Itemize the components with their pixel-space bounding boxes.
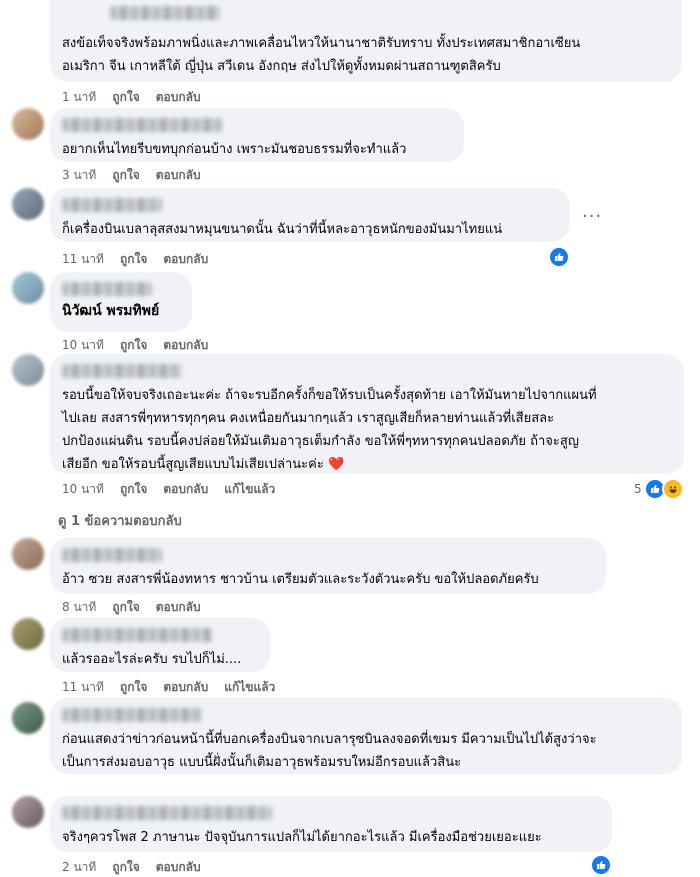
more-options-icon[interactable]: ··· (582, 206, 602, 227)
comment-bubble: แล้วรออะไรล่ะครับ รบไปก็ไม่.... (50, 618, 270, 672)
avatar[interactable] (12, 108, 44, 140)
author-name-blurred (62, 806, 272, 820)
comment-text: แล้วรออะไรล่ะครับ รบไปก็ไม่.... (62, 652, 242, 667)
reply-button[interactable]: ตอบกลับ (163, 480, 208, 499)
author-name-blurred (62, 198, 162, 212)
comment-time[interactable]: 11 นาที (62, 678, 104, 697)
comment-actions: 11 นาที ถูกใจ ตอบกลับ แก้ไขแล้ว (62, 678, 275, 697)
comment-actions: 8 นาที ถูกใจ ตอบกลับ (62, 598, 201, 617)
comment-actions: 10 นาที ถูกใจ ตอบกลับ (62, 336, 208, 355)
edited-label[interactable]: แก้ไขแล้ว (224, 678, 275, 697)
comment-text: อ้าว ซวย สงสารพี่น้องทหาร ชาวบ้าน เตรียม… (62, 572, 539, 587)
avatar[interactable] (12, 272, 44, 304)
comment-text: สงข้อเท็จจริงพร้อมภาพนิ่งและภาพเคลื่อนไห… (62, 36, 581, 74)
author-name-blurred (62, 118, 222, 132)
comment-actions: 2 นาที ถูกใจ ตอบกลับ (62, 858, 201, 877)
reaction-count: 5 (634, 482, 642, 496)
like-reaction-icon (548, 246, 570, 268)
comment-text: รอบนี้ขอให้จบจริงเถอะนะค่ะ ถ้าจะรบอีกครั… (62, 388, 597, 472)
comment-time[interactable]: 10 นาที (62, 480, 104, 499)
reply-button[interactable]: ตอบกลับ (156, 858, 201, 877)
author-name-blurred (62, 364, 182, 378)
haha-reaction-icon (661, 478, 684, 500)
author-name-blurred (62, 628, 212, 642)
comment-bubble: ก็เครื่องบินเบลาลุสสงมาหมุนขนาดนั้น ฉันว… (50, 188, 570, 242)
comment-text: จริงๆควรโพส 2 ภาษานะ ปัจจุบันการแปลก็ไม่… (62, 830, 542, 845)
reply-button[interactable]: ตอบกลับ (156, 88, 201, 107)
comment-actions: 11 นาที ถูกใจ ตอบกลับ (62, 250, 208, 269)
comment-time[interactable]: 10 นาที (62, 336, 104, 355)
like-button[interactable]: ถูกใจ (120, 336, 147, 355)
author-name-blurred (62, 708, 202, 722)
view-replies-link[interactable]: ดู 1 ข้อความตอบกลับ (58, 510, 182, 531)
comment-time[interactable]: 2 นาที (62, 858, 96, 877)
reaction-summary[interactable]: 5 (634, 478, 684, 500)
like-button[interactable]: ถูกใจ (112, 88, 139, 107)
reply-button[interactable]: ตอบกลับ (156, 166, 201, 185)
author-name-blurred (62, 282, 152, 296)
view-replies-label: ดู 1 ข้อความตอบกลับ (58, 514, 182, 529)
comment-bubble: จริงๆควรโพส 2 ภาษานะ ปัจจุบันการแปลก็ไม่… (50, 796, 612, 852)
reply-button[interactable]: ตอบกลับ (156, 598, 201, 617)
comment-time[interactable]: 1 นาที (62, 88, 96, 107)
like-button[interactable]: ถูกใจ (120, 250, 147, 269)
comment-actions: 3 นาที ถูกใจ ตอบกลับ (62, 166, 201, 185)
reply-button[interactable]: ตอบกลับ (163, 678, 208, 697)
avatar[interactable] (12, 188, 44, 220)
comment-time[interactable]: 8 นาที (62, 598, 96, 617)
avatar[interactable] (12, 354, 44, 386)
edited-label[interactable]: แก้ไขแล้ว (224, 480, 275, 499)
reaction-summary[interactable] (590, 854, 612, 876)
comment-bubble: นิวัฒน์ พรมทิพย์ (50, 272, 192, 332)
author-name[interactable]: นิวัฒน์ พรมทิพย์ (62, 300, 180, 322)
comment-actions: 10 นาที ถูกใจ ตอบกลับ แก้ไขแล้ว (62, 480, 275, 499)
like-button[interactable]: ถูกใจ (112, 166, 139, 185)
like-reaction-icon (590, 854, 612, 876)
comment-bubble: อยากเห็นไทยรีบขทบุกก่อนบ้าง เพราะมันชอบธ… (50, 108, 464, 162)
comment-time[interactable]: 11 นาที (62, 250, 104, 269)
comment-bubble: อ้าว ซวย สงสารพี่น้องทหาร ชาวบ้าน เตรียม… (50, 538, 606, 594)
reply-button[interactable]: ตอบกลับ (163, 250, 208, 269)
comment-text: อยากเห็นไทยรีบขทบุกก่อนบ้าง เพราะมันชอบธ… (62, 142, 407, 157)
comment-time[interactable]: 3 นาที (62, 166, 96, 185)
comment-text: ก็เครื่องบินเบลาลุสสงมาหมุนขนาดนั้น ฉันว… (62, 222, 503, 237)
comment-bubble: สงข้อเท็จจริงพร้อมภาพนิ่งและภาพเคลื่อนไห… (50, 0, 682, 82)
comment-text: ก่อนแสดงว่าข่าวก่อนหน้านี้ที่บอกเครื่องบ… (62, 732, 597, 770)
avatar[interactable] (12, 538, 44, 570)
reaction-summary[interactable] (548, 246, 570, 268)
author-name-blurred (62, 548, 162, 562)
author-name-blurred (110, 6, 220, 20)
comment-bubble: ก่อนแสดงว่าข่าวก่อนหน้านี้ที่บอกเครื่องบ… (50, 698, 682, 774)
comment-bubble: รอบนี้ขอให้จบจริงเถอะนะค่ะ ถ้าจะรบอีกครั… (50, 354, 684, 474)
avatar[interactable] (12, 796, 44, 828)
like-button[interactable]: ถูกใจ (112, 598, 139, 617)
like-button[interactable]: ถูกใจ (120, 678, 147, 697)
like-button[interactable]: ถูกใจ (120, 480, 147, 499)
avatar[interactable] (12, 702, 44, 734)
like-button[interactable]: ถูกใจ (112, 858, 139, 877)
avatar[interactable] (12, 618, 44, 650)
reply-button[interactable]: ตอบกลับ (163, 336, 208, 355)
comment-actions: 1 นาที ถูกใจ ตอบกลับ (62, 88, 201, 107)
